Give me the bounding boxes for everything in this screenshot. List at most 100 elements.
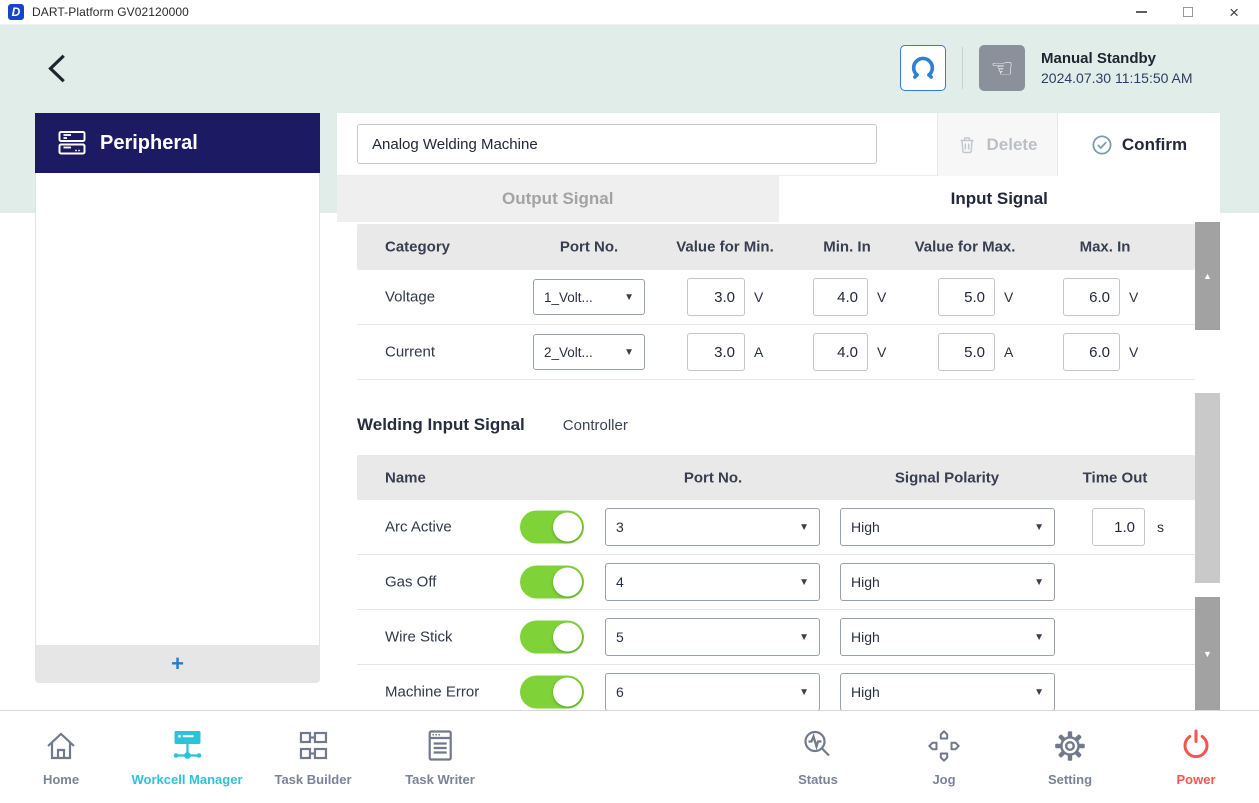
voltage-min-unit: V: [754, 289, 763, 305]
scroll-up-button[interactable]: ▲: [1195, 222, 1220, 330]
sidebar-header: Peripheral: [35, 113, 320, 173]
current-min-unit: A: [754, 344, 763, 360]
peripheral-name-input[interactable]: [357, 124, 877, 164]
nav-item-task-writer[interactable]: Task Writer: [405, 726, 475, 787]
current-max-unit: A: [1004, 344, 1013, 360]
current-max-in-input[interactable]: [1063, 333, 1120, 371]
toggle-knob: [553, 568, 582, 597]
scroll-down-button[interactable]: ▼: [1195, 597, 1220, 710]
maximize-icon[interactable]: [1183, 7, 1193, 17]
nav-label: Task Writer: [405, 772, 475, 787]
machine-error-port-select[interactable]: 6 ▼: [605, 673, 820, 710]
voltage-min-in-input[interactable]: [813, 278, 868, 316]
chevron-down-icon: ▼: [1034, 522, 1044, 533]
current-port-select[interactable]: 2_Volt... ▼: [533, 334, 645, 370]
chevron-down-icon: ▼: [799, 577, 809, 588]
gas-off-toggle[interactable]: [520, 566, 584, 599]
toggle-knob: [553, 513, 582, 542]
section-subtitle: Controller: [563, 417, 628, 434]
column-header-port-no: Port No.: [560, 239, 618, 256]
back-button[interactable]: [40, 50, 78, 88]
table-row-machine-error: Machine Error 6 ▼ High ▼: [357, 665, 1195, 710]
gas-off-label: Gas Off: [385, 574, 436, 591]
jog-icon: [924, 726, 964, 766]
sidebar-title: Peripheral: [100, 132, 198, 155]
nav-label: Task Builder: [274, 772, 351, 787]
arc-active-polarity-select[interactable]: High ▼: [840, 508, 1055, 546]
machine-error-toggle[interactable]: [520, 676, 584, 709]
column-header-signal-polarity: Signal Polarity: [895, 469, 999, 486]
arc-active-label: Arc Active: [385, 519, 452, 536]
add-peripheral-button[interactable]: +: [35, 645, 320, 683]
voltage-value-for-max-input[interactable]: [938, 278, 995, 316]
wire-stick-port-value: 5: [616, 629, 624, 645]
voltage-max-unit: V: [1004, 289, 1013, 305]
arc-active-timeout-unit: s: [1157, 519, 1164, 535]
window-title: DART-Platform GV02120000: [32, 5, 189, 19]
table-row-current: Current 2_Volt... ▼ A V A V: [357, 325, 1195, 380]
home-icon: [41, 726, 81, 766]
wire-stick-toggle[interactable]: [520, 621, 584, 654]
app-logo-icon: D: [8, 4, 24, 20]
scrollbar-thumb[interactable]: [1195, 393, 1220, 583]
current-label: Current: [385, 344, 435, 361]
wire-stick-polarity-select[interactable]: High ▼: [840, 618, 1055, 656]
voltage-max-in-input[interactable]: [1063, 278, 1120, 316]
triangle-up-icon: ▲: [1203, 271, 1212, 281]
toggle-knob: [553, 678, 582, 707]
confirm-button[interactable]: Confirm: [1057, 113, 1220, 176]
peripheral-editor-panel: Delete Confirm Output Signal Input Signa…: [337, 113, 1220, 710]
chevron-down-icon: ▼: [624, 292, 634, 303]
column-header-value-for-min: Value for Min.: [676, 239, 774, 256]
gas-off-port-select[interactable]: 4 ▼: [605, 563, 820, 601]
nav-item-power[interactable]: Power: [1176, 726, 1216, 787]
section-title: Welding Input Signal: [357, 415, 525, 435]
wire-stick-port-select[interactable]: 5 ▼: [605, 618, 820, 656]
task-builder-icon: [293, 726, 333, 766]
current-value-for-max-input[interactable]: [938, 333, 995, 371]
machine-error-polarity-select[interactable]: High ▼: [840, 673, 1055, 710]
gas-off-polarity-select[interactable]: High ▼: [840, 563, 1055, 601]
nav-label: Setting: [1048, 772, 1092, 787]
column-header-value-for-max: Value for Max.: [915, 239, 1016, 256]
tab-input-signal[interactable]: Input Signal: [779, 176, 1221, 222]
nav-item-workcell-manager[interactable]: Workcell Manager: [131, 726, 242, 787]
divider: [962, 47, 963, 89]
welding-section-header: Welding Input Signal Controller: [357, 410, 1195, 440]
gas-off-port-value: 4: [616, 574, 624, 590]
setting-icon: [1050, 726, 1090, 766]
editor-toolbar: Delete Confirm: [337, 113, 1220, 176]
bottom-navigation: Home Workcell Manager Task Builder: [0, 710, 1259, 803]
nav-item-status[interactable]: Status: [798, 726, 838, 787]
arc-active-timeout-input[interactable]: [1092, 508, 1145, 546]
nav-item-task-builder[interactable]: Task Builder: [274, 726, 351, 787]
arc-active-toggle[interactable]: [520, 511, 584, 544]
triangle-down-icon: ▼: [1203, 649, 1212, 659]
nav-item-jog[interactable]: Jog: [924, 726, 964, 787]
current-max-in-unit: V: [1129, 344, 1138, 360]
tab-output-signal[interactable]: Output Signal: [337, 176, 779, 222]
chevron-down-icon: ▼: [1034, 577, 1044, 588]
nav-item-home[interactable]: Home: [41, 726, 81, 787]
nav-item-setting[interactable]: Setting: [1048, 726, 1092, 787]
manual-mode-button[interactable]: ☜: [979, 45, 1025, 91]
chevron-down-icon: ▼: [1034, 687, 1044, 698]
current-min-in-input[interactable]: [813, 333, 868, 371]
voltage-value-for-min-input[interactable]: [687, 278, 745, 316]
current-min-in-unit: V: [877, 344, 886, 360]
voltage-label: Voltage: [385, 289, 435, 306]
chevron-down-icon: ▼: [799, 632, 809, 643]
close-icon[interactable]: ×: [1229, 4, 1239, 21]
toggle-knob: [553, 623, 582, 652]
task-writer-icon: [420, 726, 460, 766]
power-icon: [1176, 726, 1216, 766]
confirm-label: Confirm: [1122, 135, 1187, 155]
current-value-for-min-input[interactable]: [687, 333, 745, 371]
hand-icon: ☜: [990, 53, 1013, 84]
robot-mode-button[interactable]: [900, 45, 946, 91]
delete-button[interactable]: Delete: [937, 113, 1057, 176]
voltage-port-select[interactable]: 1_Volt... ▼: [533, 279, 645, 315]
voltage-port-value: 1_Volt...: [544, 290, 593, 305]
minimize-icon[interactable]: [1136, 11, 1147, 13]
arc-active-port-select[interactable]: 3 ▼: [605, 508, 820, 546]
